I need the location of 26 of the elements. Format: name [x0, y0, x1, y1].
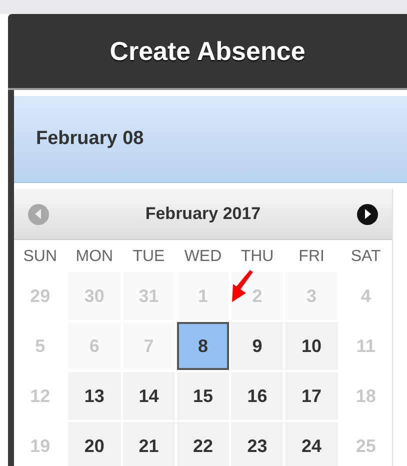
calendar-day[interactable]: 22	[176, 422, 230, 466]
weekday-label: FRI	[298, 247, 326, 267]
month-title: February 2017	[145, 204, 261, 224]
calendar-day[interactable]: 10	[285, 322, 338, 370]
page-title: Create Absence	[110, 36, 306, 66]
weekday-label: TUE	[132, 247, 166, 267]
weekday-label: SAT	[350, 247, 382, 267]
calendar-day[interactable]: 8	[176, 322, 230, 370]
calendar-day[interactable]: 20	[68, 422, 121, 466]
left-triangle-icon	[34, 209, 42, 219]
calendar-day[interactable]: 21	[122, 422, 175, 466]
calendar-day[interactable]: 9	[231, 322, 284, 370]
calendar-day[interactable]: 17	[285, 372, 338, 420]
selected-date: February 08	[36, 128, 144, 150]
calendar-day[interactable]: 14	[122, 372, 175, 420]
calendar-day[interactable]: 13	[68, 372, 121, 420]
right-triangle-icon	[363, 209, 372, 219]
calendar-day[interactable]: 23	[231, 422, 284, 466]
weekday-label: WED	[183, 247, 223, 267]
calendar-day[interactable]: 24	[285, 422, 338, 466]
weekday-label: THU	[240, 247, 275, 267]
next-month-button[interactable]	[356, 204, 378, 224]
weekday-label: MON	[74, 247, 114, 267]
weekday-label: SUN	[22, 247, 58, 267]
calendar-day[interactable]: 15	[176, 372, 230, 420]
calendar-day[interactable]: 16	[231, 372, 284, 420]
